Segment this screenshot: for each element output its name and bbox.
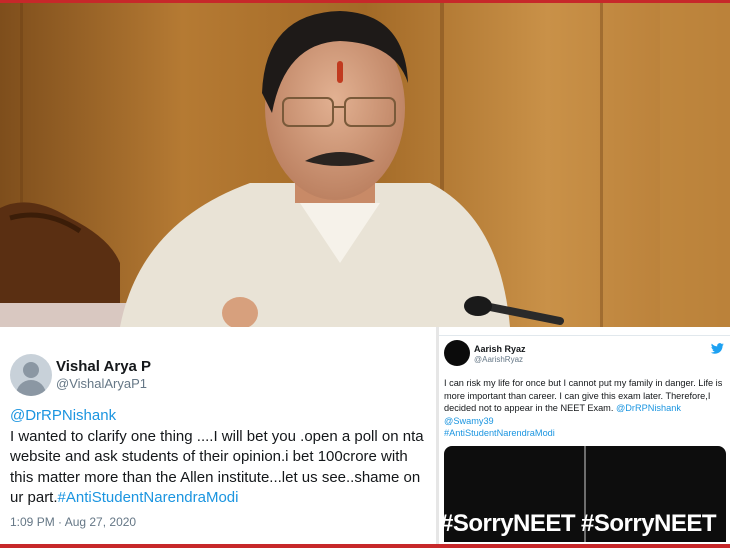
tweet-text: @DrRPNishank I wanted to clarify one thi… <box>10 406 434 509</box>
politician-photo-illustration <box>0 3 730 327</box>
avatar-body-shape <box>16 380 46 396</box>
twitter-bird-icon[interactable] <box>711 343 724 354</box>
tweet-media-image[interactable]: #SorryNEET #SorryNEET <box>444 446 726 542</box>
default-avatar-icon[interactable] <box>10 354 52 396</box>
avatar[interactable] <box>444 340 470 366</box>
hashtag-link[interactable]: #AntiStudentNarendraModi <box>444 428 555 438</box>
tweet-timestamp[interactable]: 1:09 PM · Aug 27, 2020 <box>10 515 136 529</box>
tweet-author-handle[interactable]: @VishalAryaP1 <box>56 376 147 391</box>
avatar-head-shape <box>23 362 39 378</box>
hashtag-link[interactable]: #AntiStudentNarendraModi <box>58 489 239 506</box>
media-hashtag-text: #SorryNEET <box>581 510 717 537</box>
news-photo <box>0 3 730 327</box>
tweet-author-name[interactable]: Aarish Ryaz <box>474 344 526 354</box>
mention-link[interactable]: @DrRPNishank <box>616 403 681 413</box>
mention-link[interactable]: @Swamy39 <box>444 416 494 426</box>
bottom-red-border <box>0 544 730 548</box>
tweet-text: I can risk my life for once but I cannot… <box>444 377 726 440</box>
tweet-author-name[interactable]: Vishal Arya P <box>56 358 151 375</box>
mention-link[interactable]: @DrRPNishank <box>10 407 116 424</box>
media-hashtag-text: #SorryNEET <box>444 510 576 537</box>
tweet-author-handle[interactable]: @AarishRyaz <box>474 355 523 364</box>
